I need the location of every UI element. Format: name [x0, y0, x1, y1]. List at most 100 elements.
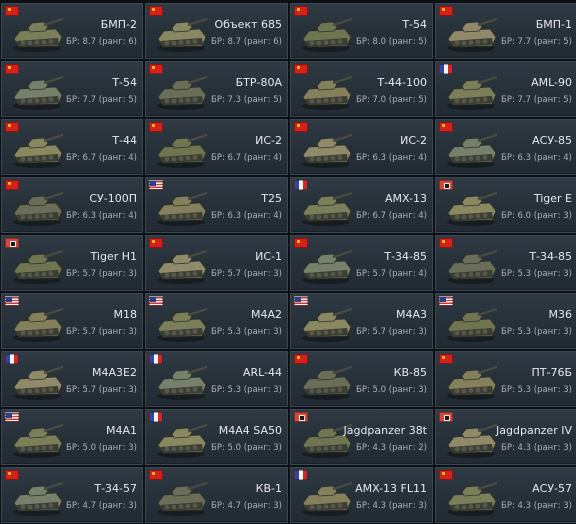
vehicle-name: Т-44-100	[377, 76, 427, 89]
vehicle-card[interactable]: АСУ-85 БР: 6.3 (ранг: 4)	[435, 119, 576, 175]
battle-rating-text: БР: 5.7 (ранг: 4)	[356, 269, 427, 279]
vehicle-card[interactable]: Т-44-100 БР: 7.0 (ранг: 5)	[290, 61, 433, 117]
battle-rating-text: БР: 5.3 (ранг: 3)	[501, 385, 572, 395]
vehicle-card[interactable]: Т-44 БР: 6.7 (ранг: 4)	[1, 119, 143, 175]
tank-thumbnail-icon	[13, 133, 64, 168]
vehicle-card[interactable]: M36 БР: 5.3 (ранг: 3)	[435, 293, 576, 349]
vehicle-name: АСУ-57	[532, 482, 572, 495]
vehicle-card[interactable]: Т-34-85 БР: 5.7 (ранг: 4)	[290, 235, 433, 291]
vehicle-name: Tiger H1	[90, 250, 137, 263]
vehicle-card[interactable]: Jagdpanzer 38t БР: 4.3 (ранг: 2)	[290, 409, 433, 465]
vehicle-card[interactable]: ARL-44 БР: 5.3 (ранг: 3)	[145, 351, 288, 407]
vehicle-name: Jagdpanzer IV	[496, 424, 572, 437]
tank-thumbnail-icon	[157, 481, 208, 516]
tank-thumbnail-icon	[302, 365, 353, 400]
battle-rating-text: БР: 6.0 (ранг: 3)	[501, 211, 572, 221]
vehicle-card[interactable]: AMX-13 FL11 БР: 4.3 (ранг: 3)	[290, 467, 433, 523]
vehicle-card[interactable]: ИС-2 БР: 6.7 (ранг: 4)	[145, 119, 288, 175]
vehicle-card[interactable]: Т-54 БР: 8.0 (ранг: 5)	[290, 3, 433, 59]
vehicle-card[interactable]: Т-54 БР: 7.7 (ранг: 5)	[1, 61, 143, 117]
tank-thumbnail-icon	[13, 17, 64, 52]
battle-rating-text: БР: 5.3 (ранг: 3)	[501, 327, 572, 337]
vehicle-card[interactable]: M4A1 БР: 5.0 (ранг: 3)	[1, 409, 143, 465]
tank-thumbnail-icon	[447, 307, 498, 342]
tank-thumbnail-icon	[157, 249, 208, 284]
battle-rating-text: БР: 7.7 (ранг: 5)	[501, 95, 572, 105]
vehicle-name: Т-44	[112, 134, 137, 147]
tank-thumbnail-icon	[13, 191, 64, 226]
vehicle-card[interactable]: AML-90 БР: 7.7 (ранг: 5)	[435, 61, 576, 117]
battle-rating-text: БР: 5.7 (ранг: 3)	[66, 327, 137, 337]
tank-thumbnail-icon	[13, 307, 64, 342]
vehicle-card[interactable]: КВ-85 БР: 5.0 (ранг: 3)	[290, 351, 433, 407]
battle-rating-text: БР: 8.7 (ранг: 6)	[211, 37, 282, 47]
tank-thumbnail-icon	[447, 191, 498, 226]
vehicle-card[interactable]: M4A3E2 БР: 5.7 (ранг: 3)	[1, 351, 143, 407]
battle-rating-text: БР: 5.7 (ранг: 3)	[66, 269, 137, 279]
battle-rating-text: БР: 4.3 (ранг: 2)	[356, 443, 427, 453]
vehicle-name: ARL-44	[242, 366, 282, 379]
tank-thumbnail-icon	[302, 249, 353, 284]
battle-rating-text: БР: 7.0 (ранг: 5)	[356, 95, 427, 105]
battle-rating-text: БР: 5.0 (ранг: 3)	[211, 443, 282, 453]
vehicle-name: ИС-1	[255, 250, 282, 263]
battle-rating-text: БР: 4.3 (ранг: 3)	[356, 501, 427, 511]
vehicle-card[interactable]: M4A4 SA50 БР: 5.0 (ранг: 3)	[145, 409, 288, 465]
tank-thumbnail-icon	[302, 307, 353, 342]
battle-rating-text: БР: 4.7 (ранг: 3)	[66, 501, 137, 511]
vehicle-name: БМП-1	[535, 18, 572, 31]
battle-rating-text: БР: 5.3 (ранг: 3)	[211, 327, 282, 337]
tank-thumbnail-icon	[447, 17, 498, 52]
battle-rating-text: БР: 5.0 (ранг: 3)	[66, 443, 137, 453]
vehicle-card[interactable]: Tiger E БР: 6.0 (ранг: 3)	[435, 177, 576, 233]
battle-rating-text: БР: 5.0 (ранг: 3)	[356, 385, 427, 395]
vehicle-card[interactable]: ПТ-76Б БР: 5.3 (ранг: 3)	[435, 351, 576, 407]
vehicle-card[interactable]: БТР-80А БР: 7.3 (ранг: 5)	[145, 61, 288, 117]
tank-thumbnail-icon	[447, 481, 498, 516]
vehicle-card[interactable]: Jagdpanzer IV БР: 4.3 (ранг: 3)	[435, 409, 576, 465]
battle-rating-text: БР: 7.7 (ранг: 5)	[66, 95, 137, 105]
battle-rating-text: БР: 6.3 (ранг: 4)	[356, 153, 427, 163]
vehicle-card[interactable]: T25 БР: 6.3 (ранг: 4)	[145, 177, 288, 233]
vehicle-name: Т-34-57	[94, 482, 137, 495]
vehicle-card[interactable]: КВ-1 БР: 4.7 (ранг: 3)	[145, 467, 288, 523]
battle-rating-text: БР: 4.7 (ранг: 3)	[211, 501, 282, 511]
tank-thumbnail-icon	[447, 249, 498, 284]
battle-rating-text: БР: 6.7 (ранг: 4)	[66, 153, 137, 163]
tank-thumbnail-icon	[302, 133, 353, 168]
tank-thumbnail-icon	[157, 365, 208, 400]
battle-rating-text: БР: 4.3 (ранг: 3)	[501, 443, 572, 453]
battle-rating-text: БР: 5.7 (ранг: 3)	[356, 327, 427, 337]
vehicle-card[interactable]: Объект 685 БР: 8.7 (ранг: 6)	[145, 3, 288, 59]
vehicle-card[interactable]: БМП-2 БР: 8.7 (ранг: 6)	[1, 3, 143, 59]
vehicle-card[interactable]: ИС-1 БР: 5.7 (ранг: 3)	[145, 235, 288, 291]
vehicle-name: M36	[548, 308, 573, 321]
vehicle-card[interactable]: M4A3 БР: 5.7 (ранг: 3)	[290, 293, 433, 349]
vehicle-name: Т-34-85	[529, 250, 572, 263]
vehicle-card[interactable]: Tiger H1 БР: 5.7 (ранг: 3)	[1, 235, 143, 291]
vehicle-card[interactable]: ИС-2 БР: 6.3 (ранг: 4)	[290, 119, 433, 175]
battle-rating-text: БР: 8.0 (ранг: 5)	[356, 37, 427, 47]
tank-thumbnail-icon	[302, 75, 353, 110]
battle-rating-text: БР: 5.3 (ранг: 3)	[501, 269, 572, 279]
vehicle-name: КВ-85	[393, 366, 427, 379]
vehicle-name: M4A3	[395, 308, 427, 321]
vehicle-card[interactable]: M4A2 БР: 5.3 (ранг: 3)	[145, 293, 288, 349]
vehicle-card[interactable]: СУ-100П БР: 6.3 (ранг: 4)	[1, 177, 143, 233]
tank-thumbnail-icon	[302, 481, 353, 516]
vehicle-card[interactable]: БМП-1 БР: 7.7 (ранг: 5)	[435, 3, 576, 59]
battle-rating-text: БР: 6.3 (ранг: 4)	[66, 211, 137, 221]
vehicle-card[interactable]: AMX-13 БР: 6.7 (ранг: 4)	[290, 177, 433, 233]
vehicle-name: ИС-2	[400, 134, 427, 147]
battle-rating-text: БР: 6.3 (ранг: 4)	[501, 153, 572, 163]
vehicle-card[interactable]: Т-34-57 БР: 4.7 (ранг: 3)	[1, 467, 143, 523]
vehicle-name: M4A2	[250, 308, 282, 321]
vehicle-card[interactable]: АСУ-57 БР: 4.3 (ранг: 3)	[435, 467, 576, 523]
battle-rating-text: БР: 7.7 (ранг: 5)	[501, 37, 572, 47]
vehicle-name: AMX-13	[385, 192, 427, 205]
tank-thumbnail-icon	[447, 423, 498, 458]
battle-rating-text: БР: 6.7 (ранг: 4)	[356, 211, 427, 221]
vehicle-name: АСУ-85	[532, 134, 572, 147]
vehicle-card[interactable]: M18 БР: 5.7 (ранг: 3)	[1, 293, 143, 349]
vehicle-card[interactable]: Т-34-85 БР: 5.3 (ранг: 3)	[435, 235, 576, 291]
